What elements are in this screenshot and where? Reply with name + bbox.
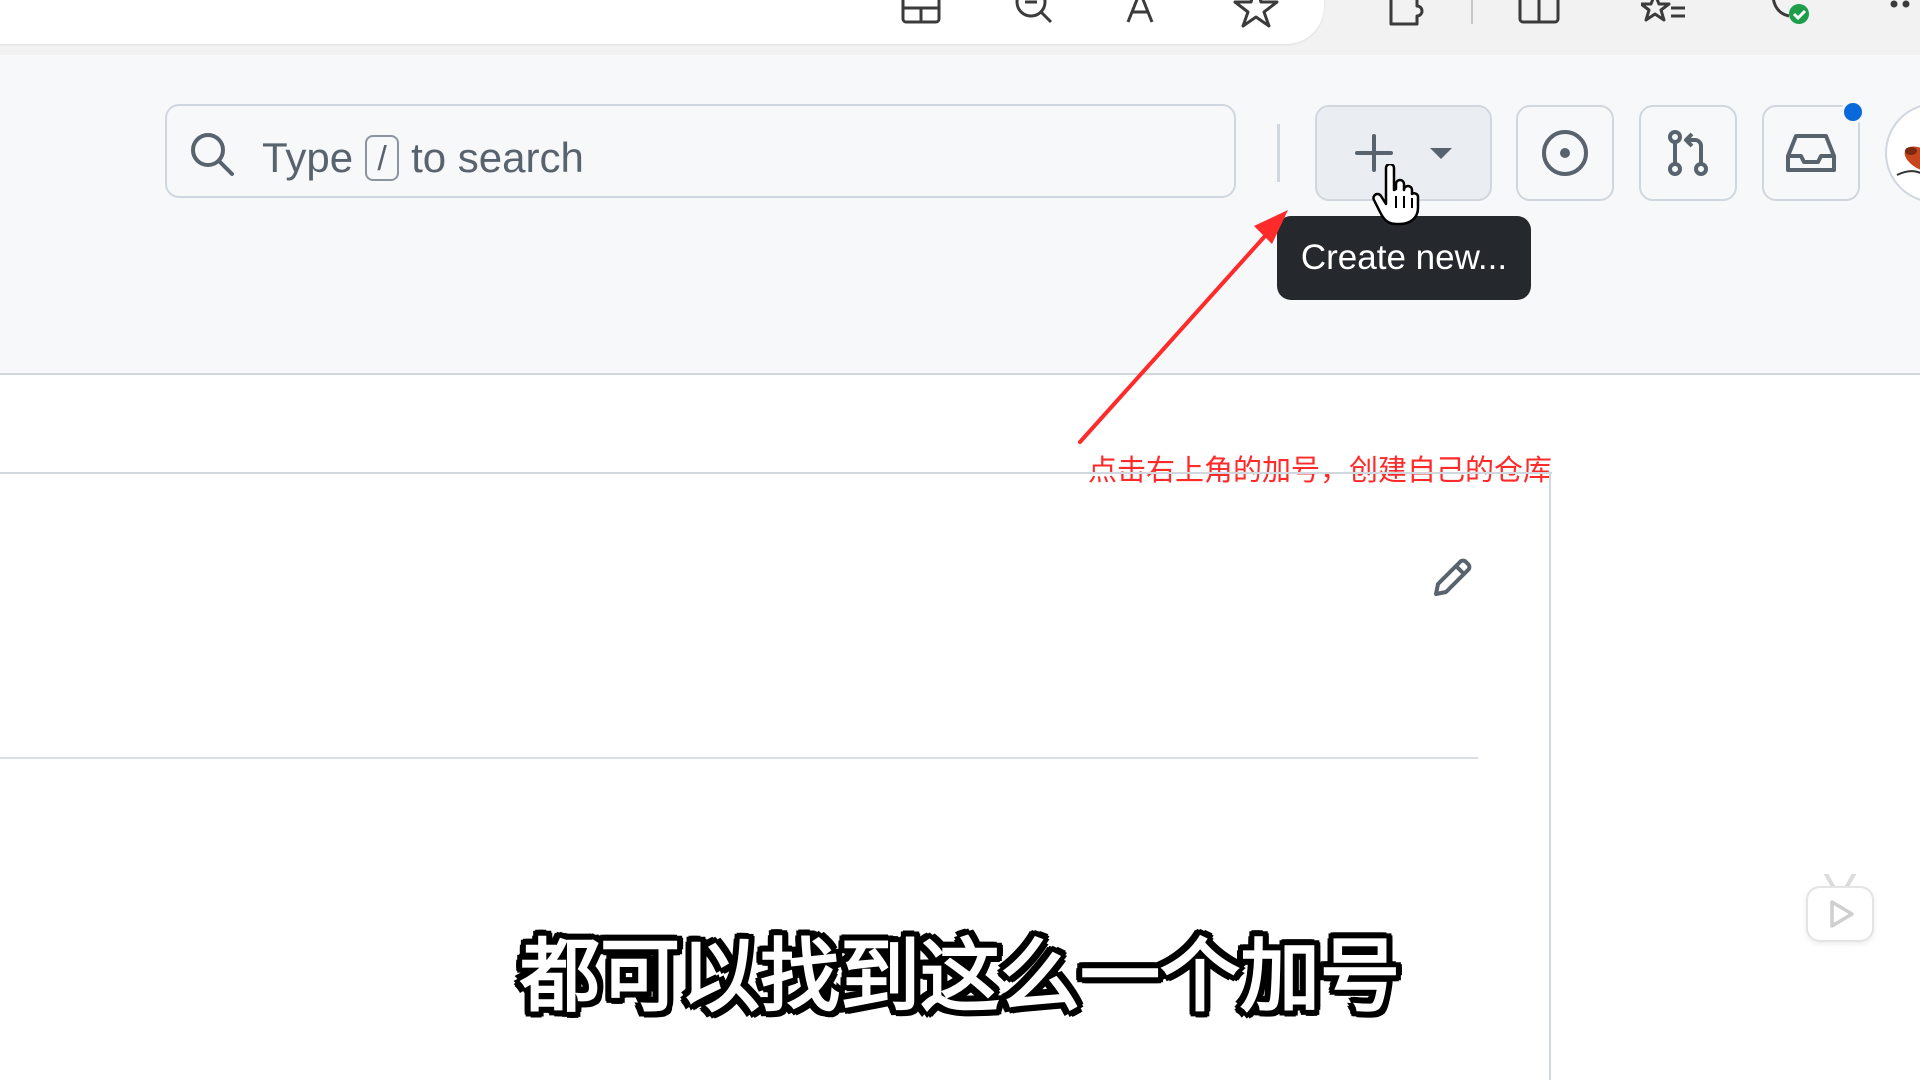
pull-requests-button[interactable] <box>1639 105 1737 201</box>
annotation-text: 点击右上角的加号，创建自己的仓库 <box>1088 453 1553 487</box>
github-header <box>0 55 1920 375</box>
split-screen-icon[interactable] <box>1516 0 1562 32</box>
notification-indicator <box>1841 100 1865 124</box>
create-new-tooltip: Create new... <box>1277 216 1531 300</box>
read-aloud-icon[interactable] <box>1122 0 1168 32</box>
triangle-down-icon <box>1428 145 1454 161</box>
more-icon[interactable] <box>1880 0 1920 32</box>
header-divider <box>1277 124 1280 182</box>
search-suffix: to search <box>411 134 584 181</box>
zoom-icon[interactable] <box>1010 0 1056 32</box>
toolbar-divider <box>1471 0 1473 24</box>
grid-icon[interactable] <box>898 0 944 32</box>
search-placeholder: Type / to search <box>262 128 584 188</box>
search-prefix: Type <box>262 134 354 181</box>
favorite-star-icon[interactable] <box>1233 0 1279 32</box>
pencil-icon[interactable] <box>1428 556 1474 602</box>
search-icon <box>188 130 236 178</box>
search-shortcut-key: / <box>365 135 400 181</box>
section-divider <box>0 757 1478 759</box>
issues-button[interactable] <box>1516 105 1614 201</box>
inbox-icon <box>1784 128 1838 178</box>
content-divider <box>0 472 1552 474</box>
hand-cursor-icon <box>1372 162 1420 226</box>
favorites-list-icon[interactable] <box>1641 0 1687 32</box>
git-pull-request-icon <box>1663 128 1713 178</box>
extensions-icon[interactable] <box>1383 0 1429 32</box>
issue-opened-icon <box>1540 128 1590 178</box>
browser-essentials-icon[interactable] <box>1765 0 1811 32</box>
video-subtitle: 都可以找到这么一个加号 <box>520 930 1400 1023</box>
